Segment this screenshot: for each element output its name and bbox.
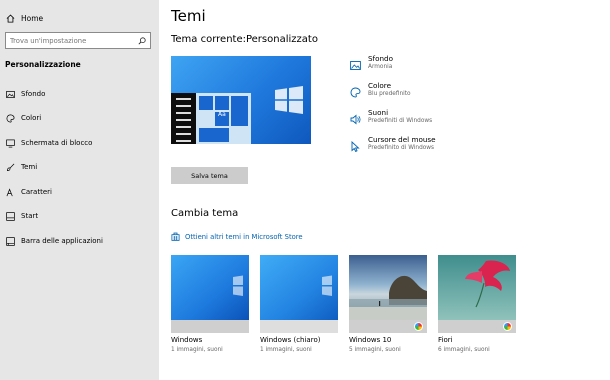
sidebar-item-label: Caratteri xyxy=(21,188,52,196)
theme-count: 6 immagini, suoni xyxy=(438,347,490,353)
property-suoni[interactable]: Suoni Predefiniti di Windows xyxy=(350,108,490,132)
theme-name: Fiori xyxy=(438,336,453,344)
picture-icon xyxy=(6,90,15,99)
home-icon xyxy=(6,14,15,23)
theme-preview: Aa xyxy=(171,56,311,144)
start-icon xyxy=(6,211,15,221)
preview-tile xyxy=(215,96,229,110)
windows-logo-icon xyxy=(275,86,303,114)
font-icon xyxy=(6,187,15,197)
property-name: Cursore del mouse xyxy=(368,135,436,144)
sidebar-item-label: Barra delle applicazioni xyxy=(21,237,103,245)
preview-tile xyxy=(199,128,229,142)
speaker-icon xyxy=(350,110,361,125)
sidebar-item-label: Schermata di blocco xyxy=(21,139,93,147)
sidebar-item-label: Sfondo xyxy=(21,90,46,98)
search-box[interactable] xyxy=(5,32,151,49)
sidebar-item-schermata-di-blocco[interactable]: Schermata di blocco xyxy=(0,136,159,150)
theme-thumbnail-image xyxy=(260,255,338,320)
store-bag-icon xyxy=(171,232,180,241)
sidebar-item-sfondo[interactable]: Sfondo xyxy=(0,87,159,101)
preview-start-list xyxy=(171,93,196,144)
taskbar-icon xyxy=(6,236,15,246)
sidebar-item-colori[interactable]: Colori xyxy=(0,111,159,125)
brush-icon xyxy=(6,163,15,172)
theme-name: Windows 10 xyxy=(349,336,392,344)
property-name: Colore xyxy=(368,81,392,90)
property-sfondo[interactable]: Sfondo Armonia xyxy=(350,54,490,78)
preview-tile xyxy=(231,96,248,126)
property-value: Armonia xyxy=(368,64,393,70)
sidebar-item-label: Colori xyxy=(21,114,42,122)
theme-windows[interactable] xyxy=(171,255,249,333)
theme-windows-chiaro[interactable] xyxy=(260,255,338,333)
theme-count: 1 immagini, suoni xyxy=(171,347,223,353)
multi-image-icon xyxy=(414,322,423,331)
theme-count: 5 immagini, suoni xyxy=(349,347,401,353)
palette-icon xyxy=(350,83,361,98)
main-panel: Temi Tema corrente:Personalizzato Aa Sfo… xyxy=(159,0,610,380)
store-link-label: Ottieni altri temi in Microsoft Store xyxy=(185,232,303,241)
property-colore[interactable]: Colore Blu predefinito xyxy=(350,81,490,105)
theme-thumbnail-bar xyxy=(438,320,516,333)
section-title: Personalizzazione xyxy=(5,60,81,69)
theme-thumbnail-bar xyxy=(171,320,249,333)
home-link[interactable]: Home xyxy=(6,11,43,25)
search-input[interactable] xyxy=(10,36,138,45)
theme-count: 1 immagini, suoni xyxy=(260,347,312,353)
theme-windows-10[interactable] xyxy=(349,255,427,333)
current-theme-heading: Tema corrente:Personalizzato xyxy=(171,34,318,45)
theme-thumbnail-bar xyxy=(349,320,427,333)
property-value: Predefiniti di Windows xyxy=(368,118,433,124)
sidebar-item-caratteri[interactable]: Caratteri xyxy=(0,185,159,199)
sidebar: Home Personalizzazione Sfondo Colori Sch… xyxy=(0,0,159,380)
theme-thumbnail-image xyxy=(171,255,249,320)
store-link[interactable]: Ottieni altri temi in Microsoft Store xyxy=(171,232,303,241)
save-theme-button[interactable]: Salva tema xyxy=(171,167,248,184)
palette-icon xyxy=(6,114,15,123)
theme-fiori[interactable] xyxy=(438,255,516,333)
cursor-icon xyxy=(350,137,361,153)
preview-font-sample: Aa xyxy=(218,111,226,118)
search-icon[interactable] xyxy=(138,36,146,45)
theme-name: Windows (chiaro) xyxy=(260,336,321,344)
theme-thumbnail-image xyxy=(349,255,427,320)
sidebar-item-barra-delle-applicazioni[interactable]: Barra delle applicazioni xyxy=(0,234,159,248)
sidebar-item-label: Temi xyxy=(21,163,38,171)
multi-image-icon xyxy=(503,322,512,331)
picture-icon xyxy=(350,56,361,70)
sidebar-item-temi[interactable]: Temi xyxy=(0,160,159,174)
lock-screen-icon xyxy=(6,139,15,148)
page-title: Temi xyxy=(171,7,206,25)
sidebar-item-label: Start xyxy=(21,212,39,220)
property-name: Suoni xyxy=(368,108,389,117)
property-value: Blu predefinito xyxy=(368,91,411,97)
theme-thumbnail-image xyxy=(438,255,516,320)
preview-tile xyxy=(199,96,213,110)
home-label: Home xyxy=(21,13,44,23)
property-value: Predefinito di Windows xyxy=(368,145,435,151)
theme-thumbnail-bar xyxy=(260,320,338,333)
property-cursore-del-mouse[interactable]: Cursore del mouse Predefinito di Windows xyxy=(350,135,490,159)
theme-name: Windows xyxy=(171,336,203,344)
sidebar-item-start[interactable]: Start xyxy=(0,209,159,223)
change-theme-heading: Cambia tema xyxy=(171,208,239,219)
property-name: Sfondo xyxy=(368,54,394,63)
